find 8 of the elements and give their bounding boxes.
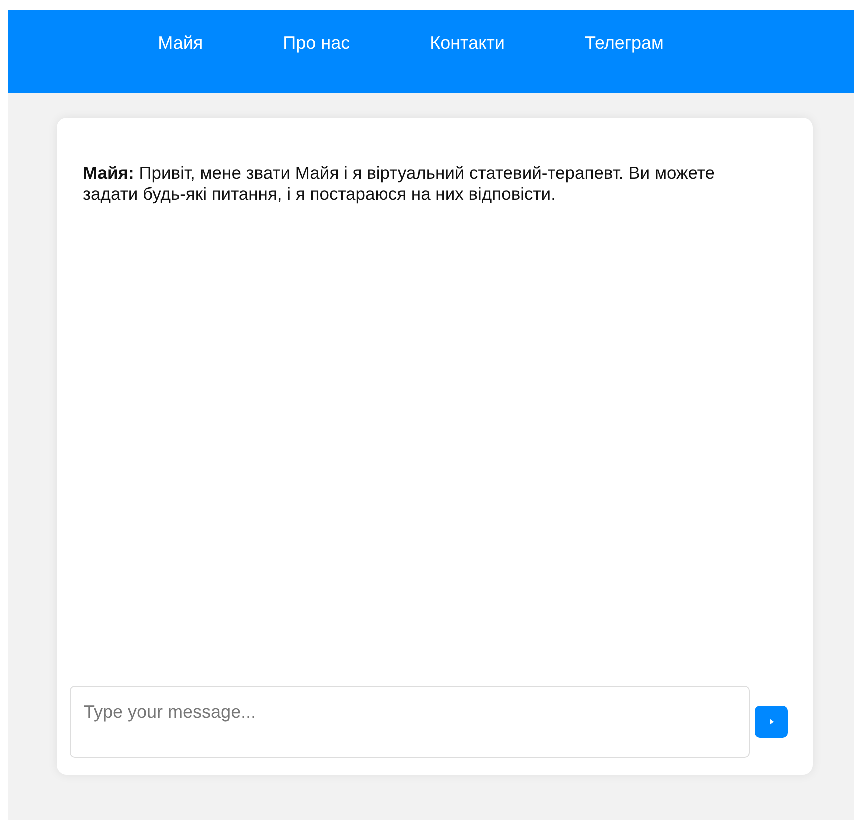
chat-message: Майя: Привіт, мене звати Майя і я віртуальний статевий-терапевт. Ви можете задати будь-які питання, і я постараюся на них відповісти. <box>83 163 716 205</box>
send-button[interactable] <box>755 706 788 738</box>
nav-link[interactable]: Телеграм <box>584 32 664 54</box>
nav-link[interactable]: Майя <box>158 32 204 54</box>
play-icon <box>770 719 774 725</box>
nav-link[interactable]: Контакти <box>430 32 505 54</box>
nav-link[interactable]: Про нас <box>283 32 350 54</box>
message-input-field[interactable]: Type your message... <box>70 686 750 758</box>
